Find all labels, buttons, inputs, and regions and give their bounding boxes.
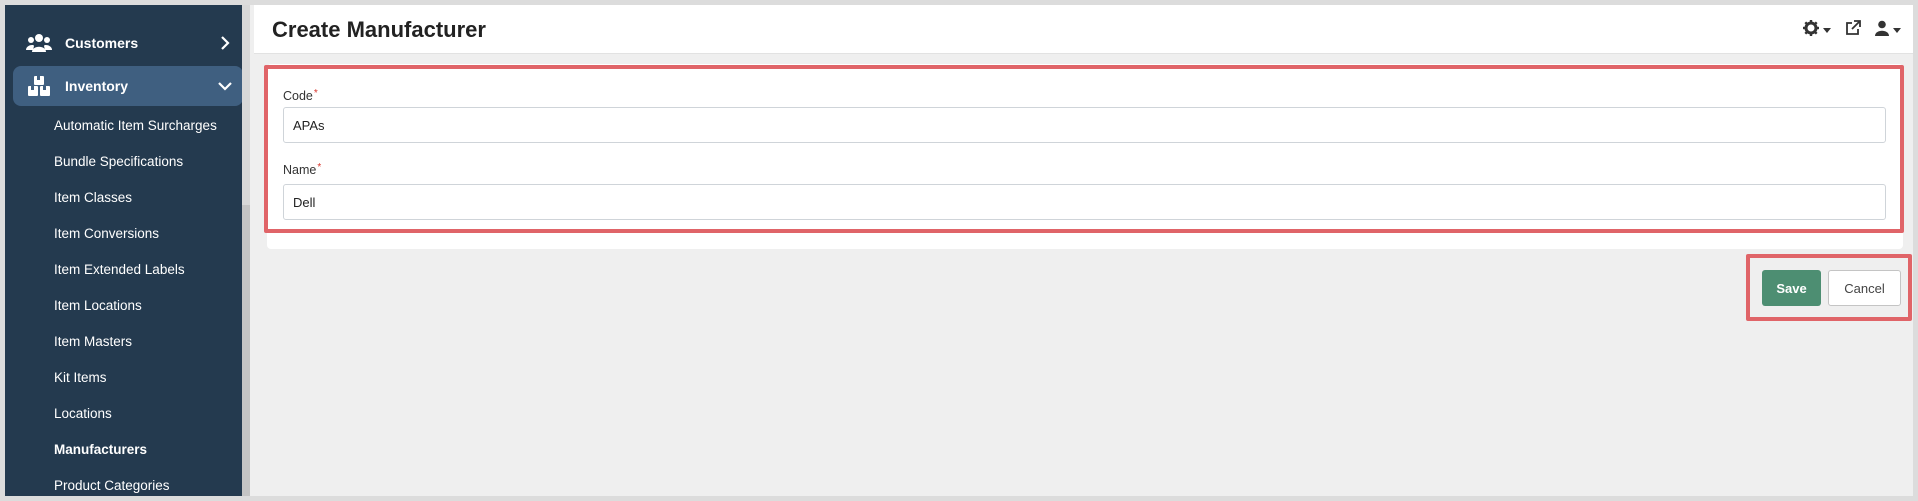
name-label-text: Name (283, 163, 317, 177)
sidebar-item-item-masters[interactable]: Item Masters (5, 324, 245, 360)
sidebar-item-locations[interactable]: Locations (5, 396, 245, 432)
name-input[interactable] (283, 184, 1886, 220)
sidebar-item-label: Customers (65, 35, 139, 51)
sidebar-item-item-conversions[interactable]: Item Conversions (5, 216, 245, 252)
user-menu-button[interactable] (1875, 20, 1901, 41)
sidebar-item-automatic-item-surcharges[interactable]: Automatic Item Surcharges (5, 108, 245, 144)
sidebar-scrollbar-thumb[interactable] (242, 205, 250, 496)
caret-down-icon (1893, 28, 1901, 33)
sidebar-item-manufacturers[interactable]: Manufacturers (5, 432, 245, 468)
sidebar-scrollbar[interactable] (242, 5, 250, 496)
external-link-icon (1845, 20, 1861, 41)
save-button[interactable]: Save (1762, 270, 1821, 306)
sidebar-item-product-categories[interactable]: Product Categories (5, 468, 245, 496)
sidebar-item-customers[interactable]: Customers (13, 23, 243, 63)
users-icon (25, 32, 53, 54)
cancel-button[interactable]: Cancel (1828, 270, 1901, 306)
chevron-down-icon (215, 81, 235, 91)
page-header: Create Manufacturer (254, 5, 1913, 54)
header-tools (1803, 20, 1901, 41)
name-label: Name* (283, 162, 322, 177)
sidebar-item-item-locations[interactable]: Item Locations (5, 288, 245, 324)
settings-icon (1803, 20, 1819, 41)
required-marker: * (317, 162, 322, 173)
sidebar-item-inventory[interactable]: Inventory (13, 66, 243, 106)
sidebar-item-label: Inventory (65, 78, 129, 94)
code-label-text: Code (283, 89, 313, 103)
user-icon (1875, 20, 1889, 41)
open-external-button[interactable] (1845, 20, 1861, 41)
sidebar-item-kit-items[interactable]: Kit Items (5, 360, 245, 396)
settings-menu-button[interactable] (1803, 20, 1831, 41)
code-input[interactable] (283, 107, 1886, 143)
code-label: Code* (283, 88, 318, 103)
sidebar: Customers Inventory Automatic Item Surch… (5, 5, 245, 496)
caret-down-icon (1823, 28, 1831, 33)
boxes-icon (25, 75, 53, 97)
sidebar-item-item-extended-labels[interactable]: Item Extended Labels (5, 252, 245, 288)
required-marker: * (313, 88, 318, 99)
inventory-submenu: Automatic Item Surcharges Bundle Specifi… (5, 108, 245, 496)
sidebar-item-item-classes[interactable]: Item Classes (5, 180, 245, 216)
manufacturer-form-card (267, 64, 1903, 249)
sidebar-item-bundle-specifications[interactable]: Bundle Specifications (5, 144, 245, 180)
chevron-right-icon (215, 36, 235, 50)
page-title: Create Manufacturer (272, 17, 486, 42)
